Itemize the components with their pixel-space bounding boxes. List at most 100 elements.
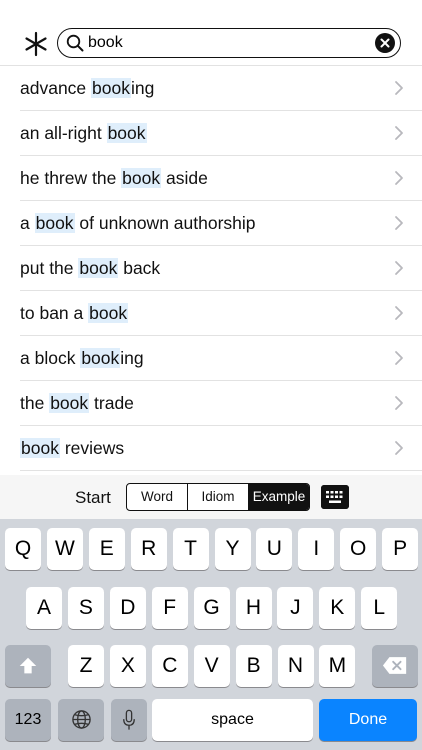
result-row[interactable]: a book of unknown authorship: [20, 201, 422, 246]
segment-idiom[interactable]: Idiom: [188, 484, 249, 510]
search-mode-bar: Start Word Idiom Example: [0, 475, 422, 519]
match-highlight: book: [106, 123, 147, 143]
result-text-after: reviews: [59, 438, 125, 458]
result-row[interactable]: to ban a book: [20, 291, 422, 336]
key-q[interactable]: Q: [5, 528, 41, 570]
result-text: to ban a book: [20, 303, 129, 324]
chevron-right-icon: [395, 81, 403, 95]
match-highlight: book: [78, 258, 119, 278]
match-highlight: book: [121, 168, 162, 188]
result-row[interactable]: an all-right book: [20, 111, 422, 156]
result-row[interactable]: put the book back: [20, 246, 422, 291]
search-input[interactable]: [88, 32, 368, 54]
result-text-before: an all-right: [20, 123, 107, 143]
match-highlight: book: [49, 393, 90, 413]
microphone-icon: [123, 709, 135, 730]
key-s[interactable]: S: [67, 587, 104, 629]
key-c[interactable]: C: [151, 645, 188, 687]
search-field[interactable]: [57, 28, 401, 58]
result-text: an all-right book: [20, 123, 147, 144]
search-icon: [66, 34, 84, 52]
search-header: [0, 0, 422, 66]
backspace-icon: [382, 657, 407, 674]
result-text-after: of unknown authorship: [74, 213, 256, 233]
result-text: he threw the book aside: [20, 168, 208, 189]
result-text-before: the: [20, 393, 50, 413]
key-x[interactable]: X: [109, 645, 146, 687]
result-text-after: trade: [89, 393, 134, 413]
key-h[interactable]: H: [235, 587, 272, 629]
segment-word[interactable]: Word: [127, 484, 188, 510]
match-highlight: book: [80, 348, 121, 368]
results-list: advance booking an all-right book he threw…: [0, 66, 422, 471]
result-text-before: he threw the: [20, 168, 122, 188]
keyboard-toggle-icon[interactable]: [321, 485, 349, 509]
key-e[interactable]: E: [88, 528, 125, 570]
result-text: advance booking: [20, 78, 154, 99]
match-highlight: book: [88, 303, 129, 323]
chevron-right-icon: [395, 306, 403, 320]
match-highlight: book: [34, 213, 75, 233]
chevron-right-icon: [395, 396, 403, 410]
asterisk-menu-icon[interactable]: [22, 30, 50, 58]
dictation-key[interactable]: [111, 699, 147, 741]
result-text: the book trade: [20, 393, 134, 414]
chevron-right-icon: [395, 441, 403, 455]
result-text-before: a block: [20, 348, 81, 368]
result-row[interactable]: advance booking: [20, 66, 422, 111]
result-text-before: advance: [20, 78, 92, 98]
backspace-key[interactable]: [372, 645, 418, 687]
globe-icon: [71, 710, 91, 729]
segment-example[interactable]: Example: [249, 484, 309, 510]
result-text: a book of unknown authorship: [20, 213, 256, 234]
chevron-right-icon: [395, 171, 403, 185]
space-key[interactable]: space: [152, 699, 313, 741]
chevron-right-icon: [395, 126, 403, 140]
key-n[interactable]: N: [277, 645, 314, 687]
key-o[interactable]: O: [340, 528, 377, 570]
result-text-after: ing: [120, 348, 144, 368]
key-d[interactable]: D: [109, 587, 146, 629]
numbers-key[interactable]: 123: [5, 699, 51, 741]
key-p[interactable]: P: [382, 528, 419, 570]
key-b[interactable]: B: [235, 645, 272, 687]
result-row[interactable]: book reviews: [20, 426, 422, 471]
key-t[interactable]: T: [172, 528, 209, 570]
key-k[interactable]: K: [319, 587, 356, 629]
key-y[interactable]: Y: [214, 528, 251, 570]
key-r[interactable]: R: [130, 528, 167, 570]
clear-search-icon[interactable]: [375, 33, 395, 53]
key-a[interactable]: A: [26, 587, 62, 629]
key-i[interactable]: I: [298, 528, 335, 570]
shift-key[interactable]: [5, 645, 51, 687]
result-text-before: to ban a: [20, 303, 89, 323]
key-z[interactable]: Z: [68, 645, 104, 687]
result-text: put the book back: [20, 258, 160, 279]
result-text-after: aside: [161, 168, 208, 188]
result-text: a block booking: [20, 348, 144, 369]
key-j[interactable]: J: [277, 587, 314, 629]
keyboard: 123 space Done QWERTYUIOP ASDFGHJKL ZXCVBN…: [0, 519, 422, 750]
key-u[interactable]: U: [256, 528, 293, 570]
key-m[interactable]: M: [319, 645, 356, 687]
mode-segmented-control[interactable]: Word Idiom Example: [126, 483, 310, 511]
start-label: Start: [75, 488, 111, 507]
result-row[interactable]: he threw the book aside: [20, 156, 422, 201]
match-highlight: book: [20, 438, 60, 458]
key-w[interactable]: W: [46, 528, 83, 570]
result-text-before: a: [20, 213, 35, 233]
result-text: book reviews: [20, 438, 124, 459]
key-v[interactable]: V: [193, 645, 230, 687]
result-row[interactable]: the book trade: [20, 381, 422, 426]
result-text-after: ing: [130, 78, 155, 98]
key-l[interactable]: L: [361, 587, 398, 629]
chevron-right-icon: [395, 351, 403, 365]
result-row[interactable]: a block booking: [20, 336, 422, 381]
key-g[interactable]: G: [193, 587, 230, 629]
done-key[interactable]: Done: [319, 699, 417, 741]
chevron-right-icon: [395, 261, 403, 275]
result-text-after: back: [118, 258, 161, 278]
key-f[interactable]: F: [151, 587, 188, 629]
globe-key[interactable]: [58, 699, 104, 741]
shift-icon: [19, 657, 37, 674]
